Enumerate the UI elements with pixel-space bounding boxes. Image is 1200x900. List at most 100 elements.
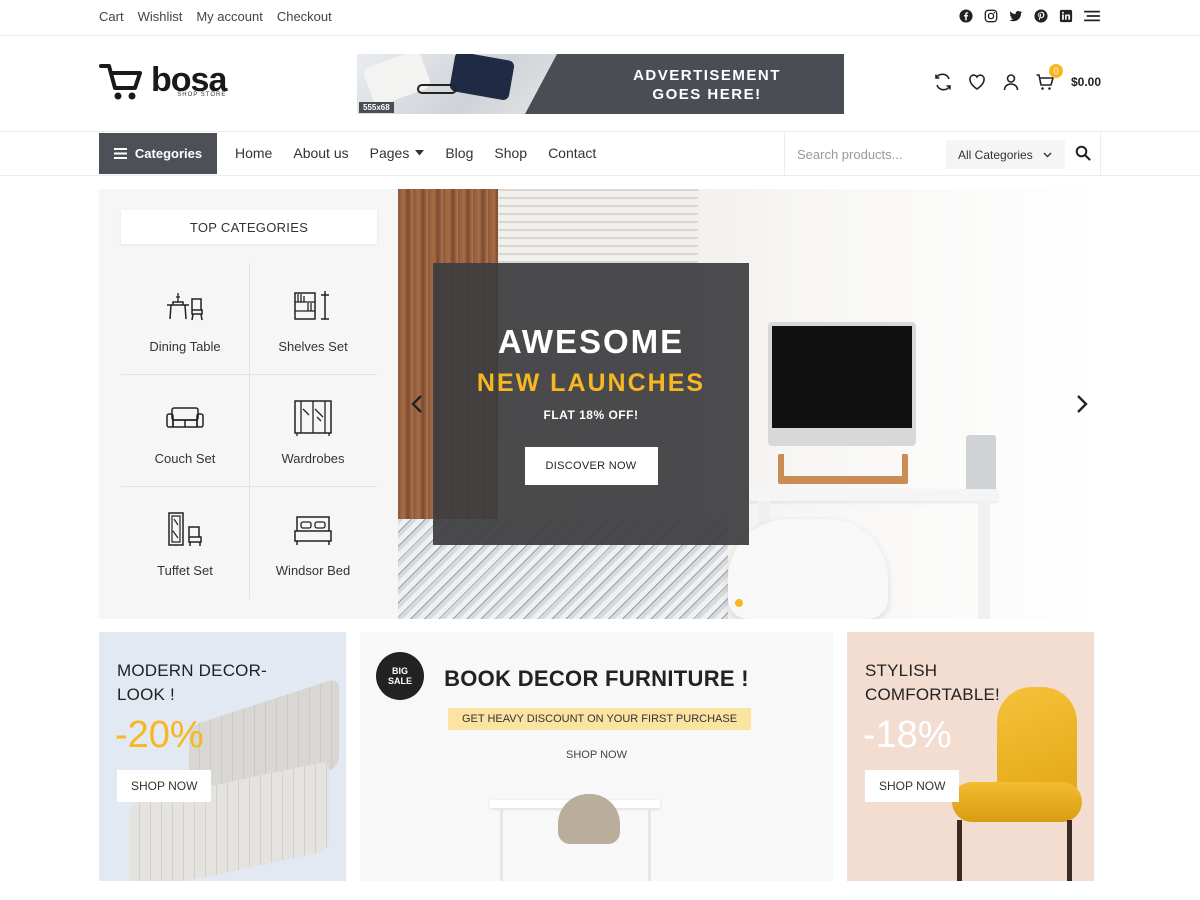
promo-title-line-1: STYLISH <box>865 661 938 680</box>
hero-speaker-image <box>966 435 996 497</box>
advertisement-banner[interactable]: 555x68 ADVERTISEMENT GOES HERE! <box>357 54 844 114</box>
site-header: bosa SHOP STORE 555x68 ADVERTISEMENT GOE… <box>0 36 1200 132</box>
social-links <box>958 8 1101 24</box>
slider-next-icon[interactable] <box>1075 394 1089 414</box>
top-categories-panel: TOP CATEGORIES Dining Table Shelves Set … <box>99 189 398 619</box>
top-links: Cart Wishlist My account Checkout <box>99 9 332 24</box>
hero-chair-image <box>728 519 888 619</box>
discover-now-button[interactable]: DISCOVER NOW <box>524 447 658 485</box>
shop-now-button[interactable]: SHOP NOW <box>117 770 212 802</box>
category-label: Dining Table <box>149 338 221 354</box>
promo-subtitle: GET HEAVY DISCOUNT ON YOUR FIRST PURCHAS… <box>448 708 752 730</box>
category-label: Windsor Bed <box>275 562 351 578</box>
category-couch-set[interactable]: Couch Set <box>121 375 249 487</box>
search-category-select[interactable]: All Categories <box>946 140 1065 169</box>
category-label: Tuffet Set <box>157 562 213 578</box>
slider-dot[interactable] <box>735 599 743 607</box>
promo-discount: -18% <box>863 714 952 756</box>
product-search: All Categories <box>784 132 1101 175</box>
instagram-icon[interactable] <box>983 8 999 24</box>
category-wardrobes[interactable]: Wardrobes <box>249 375 377 487</box>
logo-name: bosa <box>151 61 227 99</box>
chevron-down-icon <box>1043 152 1052 157</box>
checkout-link[interactable]: Checkout <box>277 9 332 24</box>
hero-subtitle: FLAT 18% OFF! <box>543 408 639 422</box>
category-label: Couch Set <box>154 450 216 466</box>
facebook-icon[interactable] <box>958 8 974 24</box>
main-nav: Categories Home About us Pages Blog Shop… <box>0 132 1200 176</box>
shop-now-button[interactable]: SHOP NOW <box>865 770 960 802</box>
my-account-link[interactable]: My account <box>196 9 262 24</box>
promo-stylish-comfortable[interactable]: STYLISH COMFORTABLE! -18% SHOP NOW <box>847 632 1094 881</box>
hero-desk-image <box>748 489 998 501</box>
header-icons: 0 $0.00 <box>933 64 1101 92</box>
search-icon[interactable] <box>1075 145 1091 161</box>
nav-home[interactable]: Home <box>235 145 272 161</box>
hero-monitor-image <box>768 322 916 446</box>
categories-label: Categories <box>134 146 203 161</box>
hero-title: AWESOME <box>497 323 685 360</box>
categories-grid: Dining Table Shelves Set Couch Set Wardr… <box>121 263 377 599</box>
wishlist-link[interactable]: Wishlist <box>138 9 183 24</box>
category-dining-table[interactable]: Dining Table <box>121 263 249 375</box>
cart-count-badge: 0 <box>1048 64 1063 78</box>
promo-title-line-2: COMFORTABLE! <box>865 685 1000 704</box>
nav-about-us[interactable]: About us <box>293 145 348 161</box>
promo-title: STYLISH COMFORTABLE! <box>865 659 1000 707</box>
nav-pages[interactable]: Pages <box>370 145 425 161</box>
ad-text: ADVERTISEMENT GOES HERE! <box>597 66 817 104</box>
promo-title-line-2: LOOK ! <box>117 685 175 704</box>
nav-pages-label: Pages <box>369 145 410 161</box>
ad-line-2: GOES HERE! <box>652 86 762 103</box>
site-logo[interactable]: bosa SHOP STORE <box>99 61 227 102</box>
hero-monitor-stand <box>778 454 908 484</box>
compare-icon[interactable] <box>933 72 953 92</box>
couch-icon <box>166 406 204 428</box>
chair-image <box>558 794 620 844</box>
promo-title-line-1: MODERN DECOR- <box>117 661 267 680</box>
linkedin-icon[interactable] <box>1058 8 1074 24</box>
promo-modern-decor[interactable]: MODERN DECOR- LOOK ! -20% SHOP NOW <box>99 632 346 881</box>
promo-book-decor[interactable]: BIG SALE BOOK DECOR FURNITURE ! GET HEAV… <box>360 632 833 881</box>
categories-button[interactable]: Categories <box>99 133 217 174</box>
promo-discount: -20% <box>115 714 204 756</box>
hamburger-icon <box>113 148 127 159</box>
nav-shop[interactable]: Shop <box>494 145 527 161</box>
promo-title: BOOK DECOR FURNITURE ! <box>444 666 749 691</box>
caret-down-icon <box>415 150 425 156</box>
main-menu: Home About us Pages Blog Shop Contact <box>235 145 596 161</box>
category-shelves-set[interactable]: Shelves Set <box>249 263 377 375</box>
twitter-icon[interactable] <box>1008 8 1024 24</box>
wishlist-heart-icon[interactable] <box>967 72 987 92</box>
user-account-icon[interactable] <box>1001 72 1021 92</box>
hero-caption: AWESOME NEW LAUNCHES FLAT 18% OFF! DISCO… <box>433 263 749 545</box>
nav-contact[interactable]: Contact <box>548 145 596 161</box>
top-bar: Cart Wishlist My account Checkout <box>0 0 1200 36</box>
cart-logo-icon <box>99 64 142 100</box>
cart-total[interactable]: $0.00 <box>1071 75 1101 89</box>
ad-line-1: ADVERTISEMENT <box>633 67 781 84</box>
menu-icon[interactable] <box>1083 8 1101 24</box>
search-category-value: All Categories <box>958 147 1033 162</box>
shop-now-link[interactable]: SHOP NOW <box>360 749 833 761</box>
hero-highlight: NEW LAUNCHES <box>476 369 706 397</box>
dining-table-icon <box>167 292 203 320</box>
ad-size-label: 555x68 <box>359 102 394 113</box>
cart-icon[interactable]: 0 <box>1035 64 1063 92</box>
cart-link[interactable]: Cart <box>99 9 124 24</box>
search-input[interactable] <box>797 144 927 164</box>
top-categories-title: TOP CATEGORIES <box>121 210 377 244</box>
bed-icon <box>294 515 332 545</box>
shelves-icon <box>294 290 329 320</box>
pinterest-icon[interactable] <box>1033 8 1049 24</box>
category-tuffet-set[interactable]: Tuffet Set <box>121 487 249 599</box>
nav-blog[interactable]: Blog <box>445 145 473 161</box>
category-label: Shelves Set <box>278 338 348 354</box>
hero-slider: AWESOME NEW LAUNCHES FLAT 18% OFF! DISCO… <box>398 189 1101 619</box>
wardrobe-icon <box>294 399 332 436</box>
tuffet-icon <box>168 511 202 546</box>
slider-prev-icon[interactable] <box>410 394 424 414</box>
category-windsor-bed[interactable]: Windsor Bed <box>249 487 377 599</box>
promo-title: MODERN DECOR- LOOK ! <box>117 659 267 707</box>
category-label: Wardrobes <box>281 450 345 466</box>
